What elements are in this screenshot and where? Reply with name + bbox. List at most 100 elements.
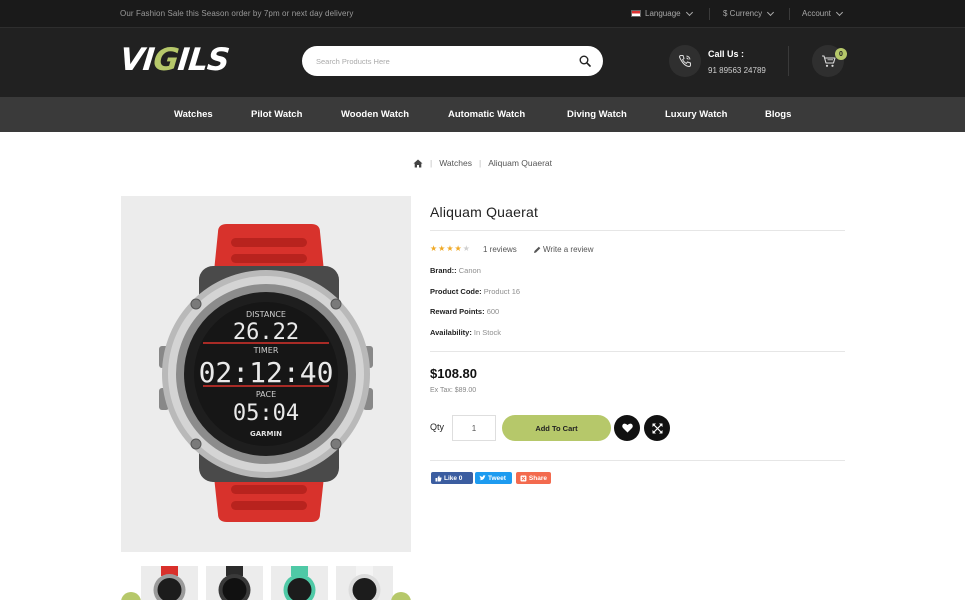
breadcrumb-item-current[interactable]: Aliquam Quaerat [488, 158, 552, 168]
spec-availability: Availability: In Stock [430, 328, 501, 337]
spec-key: Availability: [430, 328, 472, 337]
reviews-link[interactable]: 1 reviews [483, 245, 517, 254]
wishlist-button[interactable] [614, 415, 640, 441]
chevron-down-icon [767, 8, 775, 16]
breadcrumb-item-watches[interactable]: Watches [439, 158, 472, 168]
breadcrumb: | Watches | Aliquam Quaerat [0, 158, 965, 168]
top-bar: Our Fashion Sale this Season order by 7p… [0, 0, 965, 28]
search-bar [302, 46, 603, 76]
rating-stars: ★★★★★ [430, 244, 471, 253]
tweet-button[interactable]: Tweet [475, 472, 512, 484]
add-to-cart-button[interactable]: Add To Cart [502, 415, 611, 441]
tweet-label: Tweet [488, 474, 506, 482]
search-input[interactable] [316, 53, 556, 69]
watch-value-pace: 05:04 [233, 401, 299, 426]
watch-value-distance: 26.22 [233, 320, 299, 345]
ex-tax-price: Ex Tax: $89.00 [430, 387, 477, 394]
share-icon [520, 475, 527, 481]
watch-thumb-image [283, 566, 316, 600]
thumbnail-4[interactable] [336, 566, 393, 600]
thumbnail-3[interactable] [271, 566, 328, 600]
star-empty-icon: ★ [462, 244, 471, 253]
divider [788, 46, 789, 76]
flag-icon [631, 10, 641, 17]
star-icon: ★ [454, 244, 463, 253]
thumbnail-prev-arrow[interactable] [121, 592, 141, 600]
call-us-title: Call Us : [708, 49, 745, 59]
compare-button[interactable] [644, 415, 670, 441]
write-review-label: Write a review [543, 245, 594, 254]
spec-value: Product 16 [483, 287, 521, 296]
chevron-down-icon [835, 8, 843, 16]
search-icon[interactable] [579, 55, 591, 67]
main-nav: Watches Pilot Watch Wooden Watch Automat… [0, 97, 965, 132]
divider [430, 230, 845, 231]
share-button[interactable]: Share [516, 472, 551, 484]
language-label: Language [645, 9, 681, 18]
product-price: $108.80 [430, 366, 477, 381]
heart-icon [621, 423, 633, 433]
expand-icon [652, 423, 662, 433]
divider [789, 8, 790, 20]
account-dropdown[interactable]: Account [802, 8, 843, 18]
pencil-icon [534, 246, 541, 253]
breadcrumb-separator: | [430, 158, 433, 168]
watch-image: DISTANCE 26.22 TIMER 02:12:40 PACE 05:04… [159, 224, 373, 522]
share-label: Share [528, 474, 547, 482]
divider [430, 460, 845, 461]
thumbnail-1[interactable] [141, 566, 198, 600]
phone-number[interactable]: 91 89563 24789 [708, 66, 766, 75]
divider [709, 8, 710, 20]
spec-value: In Stock [473, 328, 502, 337]
cart-count-badge: 0 [835, 48, 847, 60]
product-title: Aliquam Quaerat [430, 204, 539, 220]
nav-item-pilot-watch[interactable]: Pilot Watch [251, 109, 302, 120]
breadcrumb-separator: | [478, 158, 482, 168]
qty-input[interactable] [452, 415, 496, 441]
nav-item-watches[interactable]: Watches [174, 109, 213, 120]
divider [430, 351, 845, 352]
phone-icon [669, 45, 701, 77]
nav-item-luxury-watch[interactable]: Luxury Watch [665, 109, 727, 120]
home-icon[interactable] [413, 159, 423, 168]
watch-brand: GARMIN [250, 430, 282, 438]
product-thumbnails [121, 566, 411, 600]
spec-value[interactable]: Canon [459, 266, 481, 275]
nav-item-automatic-watch[interactable]: Automatic Watch [448, 109, 525, 120]
site-logo[interactable]: VIGILS [118, 42, 230, 78]
spec-key: Brand:: [430, 266, 457, 275]
watch-value-timer: 02:12:40 [199, 356, 334, 389]
spec-value: 600 [486, 307, 500, 316]
facebook-like-button[interactable]: Like 0 [431, 472, 473, 484]
spec-reward-points: Reward Points: 600 [430, 307, 499, 316]
language-dropdown[interactable]: Language [631, 8, 693, 18]
qty-label: Qty [430, 422, 445, 432]
watch-label-timer: TIMER [253, 346, 279, 355]
spec-brand: Brand:: Canon [430, 266, 481, 275]
twitter-icon [479, 475, 486, 481]
currency-dropdown[interactable]: $ Currency [723, 8, 775, 18]
nav-item-blogs[interactable]: Blogs [765, 109, 791, 120]
watch-label-pace: PACE [256, 390, 276, 399]
site-header: VIGILS Call Us : 91 89563 24789 0 [0, 28, 965, 97]
spec-product-code: Product Code: Product 16 [430, 287, 520, 296]
watch-thumb-image [218, 566, 251, 600]
nav-item-diving-watch[interactable]: Diving Watch [567, 109, 627, 120]
watch-thumb-image [153, 566, 186, 600]
star-icon: ★ [446, 244, 455, 253]
thumbnail-2[interactable] [206, 566, 263, 600]
thumbnail-next-arrow[interactable] [391, 592, 411, 600]
nav-item-wooden-watch[interactable]: Wooden Watch [341, 109, 409, 120]
currency-label: $ Currency [723, 9, 763, 18]
product-main-image[interactable]: DISTANCE 26.22 TIMER 02:12:40 PACE 05:04… [121, 196, 411, 552]
thumbs-up-icon [435, 475, 442, 481]
facebook-like-label: Like 0 [444, 474, 463, 482]
account-label: Account [802, 9, 831, 18]
spec-key: Product Code: [430, 287, 482, 296]
write-review-link[interactable]: Write a review [533, 245, 594, 254]
chevron-down-icon [685, 8, 693, 16]
star-icon: ★ [430, 244, 439, 253]
watch-thumb-image [348, 566, 381, 600]
watch-label-distance: DISTANCE [246, 310, 286, 319]
promo-text: Our Fashion Sale this Season order by 7p… [120, 9, 354, 18]
